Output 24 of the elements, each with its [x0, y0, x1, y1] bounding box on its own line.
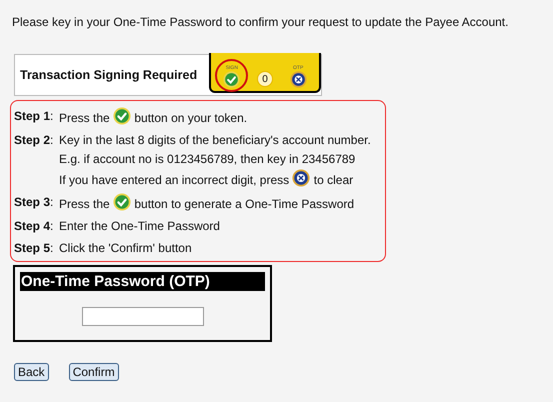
clear-icon: [292, 169, 310, 187]
step-text: E.g. if account no is 0123456789, then key in 23456789: [59, 151, 356, 168]
step-label: Step 1:: [14, 108, 54, 125]
step-text: Press the button on your token.: [59, 107, 248, 127]
check-icon: [113, 107, 132, 125]
step-text: If you have entered an incorrect digit, press to clear: [59, 169, 371, 189]
check-icon: [223, 71, 240, 88]
otp-title: One-Time Password (OTP): [20, 272, 265, 291]
step-label: Step 3:: [14, 194, 54, 211]
step-label: Step 4:: [14, 218, 54, 235]
step-label: Step 5:: [14, 240, 54, 257]
action-button[interactable]: Back: [14, 363, 49, 381]
intro-text: Please key in your One-Time Password to confirm your request to update the Payee Account.: [12, 14, 508, 31]
token-display: 0: [256, 71, 273, 87]
action-button[interactable]: Confirm: [68, 363, 119, 381]
check-icon: [113, 193, 132, 211]
step-text: Key in the last 8 digits of the beneficiary's account number.: [59, 132, 371, 149]
clear-icon: [290, 71, 307, 88]
step-label: Step 2:: [14, 132, 54, 149]
step-text: Click the 'Confirm' button: [59, 240, 192, 257]
step-text: Press the button to generate a One-Time Password: [59, 193, 354, 213]
signing-label: Transaction Signing Required: [20, 66, 198, 84]
otp-field[interactable]: [82, 307, 204, 326]
step-text: Enter the One-Time Password: [59, 218, 220, 235]
